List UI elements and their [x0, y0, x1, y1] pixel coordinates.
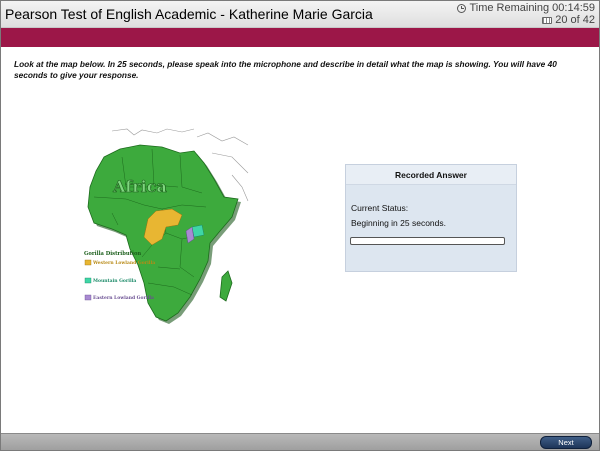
current-status-value: Beginning in 25 seconds.: [351, 218, 446, 228]
map-title: Africa: [112, 177, 167, 196]
question-progress-icon: [542, 16, 553, 24]
recording-progress-bar: [350, 237, 505, 245]
clock-icon: [457, 3, 467, 13]
legend-label-western: Western Lowland Gorilla: [92, 260, 155, 266]
title-bar: Pearson Test of English Academic - Kathe…: [1, 1, 599, 28]
recorded-answer-heading: Recorded Answer: [346, 165, 516, 185]
time-remaining: Time Remaining 00:14:59: [469, 2, 595, 14]
legend-swatch-mountain: [84, 277, 92, 284]
legend-swatch-western: [84, 259, 92, 266]
legend-item-eastern: Eastern Lowland Gorilla: [84, 294, 154, 301]
legend-item-western: Western Lowland Gorilla: [84, 259, 155, 266]
legend-title: Gorilla Distribution: [84, 251, 141, 257]
current-status-label: Current Status:: [351, 203, 409, 213]
next-button[interactable]: Next: [540, 436, 592, 449]
task-instruction: Look at the map below. In 25 seconds, pl…: [14, 59, 557, 80]
mountain-gorilla-region: [191, 224, 205, 238]
legend-item-mountain: Mountain Gorilla: [84, 277, 136, 284]
footer-bar: [1, 433, 599, 450]
legend-label-eastern: Eastern Lowland Gorilla: [93, 295, 154, 301]
question-counter: 20 of 42: [555, 14, 595, 26]
africa-gorilla-map: Africa Gorilla Distribution Western Lowl…: [84, 128, 249, 324]
test-status: Time Remaining 00:14:59 20 of 42: [457, 2, 595, 26]
madagascar: [219, 270, 233, 302]
legend-swatch-eastern: [84, 294, 92, 301]
recorded-answer-panel: Recorded Answer Current Status: Beginnin…: [345, 164, 517, 272]
header-band: [1, 28, 599, 47]
legend-label-mountain: Mountain Gorilla: [93, 278, 136, 284]
window-title: Pearson Test of English Academic - Kathe…: [5, 6, 373, 22]
